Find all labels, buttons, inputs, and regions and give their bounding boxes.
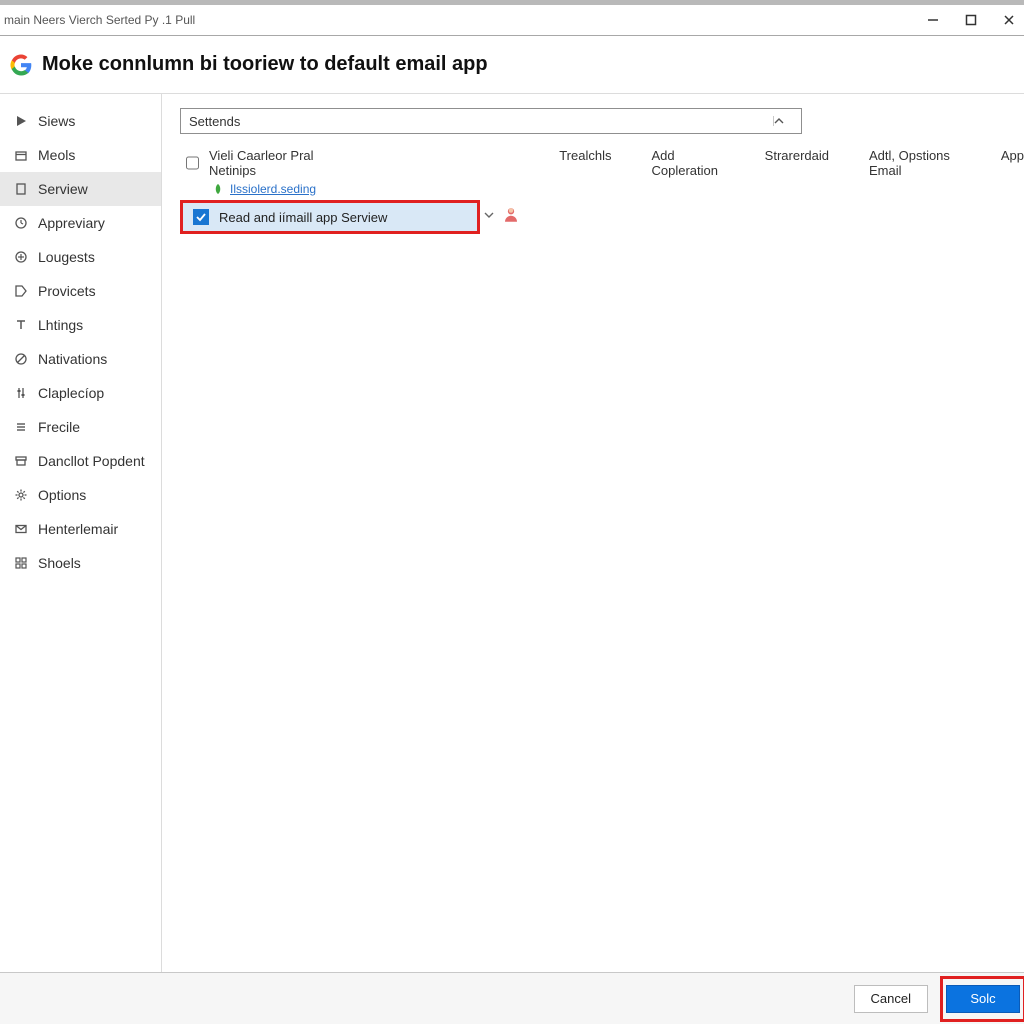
window-controls	[926, 13, 1024, 27]
sidebar-item-label: Serview	[38, 181, 88, 197]
sidebar-item-label: Dancllot Popdent	[38, 453, 145, 469]
sidebar-item-claplecop[interactable]: Claplecíop	[0, 376, 161, 410]
combo-label: Settends	[189, 114, 240, 129]
header-first-col: Vieli Caarleor Pral Netinips	[186, 148, 349, 178]
row-extras	[484, 206, 520, 224]
sidebar-item-dancllot[interactable]: Dancllot Popdent	[0, 444, 161, 478]
sidebar-item-frecile[interactable]: Frecile	[0, 410, 161, 444]
window-title: main Neers Vierch Serted Py .1 Pull	[4, 13, 195, 27]
list-icon	[14, 420, 28, 434]
first-col-label: Vieli Caarleor Pral Netinips	[209, 148, 349, 178]
page-header: Moke connlumn bi tooriew to default emai…	[0, 36, 1024, 94]
col-add-copleration[interactable]: Add Copleration	[651, 148, 724, 178]
main-panel: Settends Vieli Caarleor Pral Netinips Tr…	[162, 94, 1024, 972]
settings-combo[interactable]: Settends	[180, 108, 802, 134]
google-logo-icon	[10, 54, 32, 76]
select-all-checkbox[interactable]	[186, 156, 199, 170]
ban-icon	[14, 352, 28, 366]
slider-icon	[14, 386, 28, 400]
sidebar-item-appreviary[interactable]: Appreviary	[0, 206, 161, 240]
sidebar-item-shoels[interactable]: Shoels	[0, 546, 161, 580]
sidebar-item-label: Appreviary	[38, 215, 105, 231]
col-trealchls[interactable]: Trealchls	[559, 148, 611, 178]
col-adtl-options-email[interactable]: Adtl, Opstions Email	[869, 148, 961, 178]
sidebar-item-lhtings[interactable]: Lhtings	[0, 308, 161, 342]
selected-row[interactable]: Read and iímaill app Serview	[180, 200, 480, 234]
maximize-icon[interactable]	[964, 13, 978, 27]
page-icon	[14, 182, 28, 196]
sidebar: Siews Meols Serview Appreviary Lougests …	[0, 94, 162, 972]
box-icon	[14, 148, 28, 162]
close-icon[interactable]	[1002, 13, 1016, 27]
chevron-up-icon	[773, 116, 793, 126]
tag-icon	[14, 284, 28, 298]
grid-icon	[14, 556, 28, 570]
sidebar-item-label: Meols	[38, 147, 75, 163]
sidebar-item-label: Henterlemair	[38, 521, 118, 537]
ok-button[interactable]: Solc	[946, 985, 1020, 1013]
chevron-down-icon[interactable]	[484, 210, 494, 220]
text-icon	[14, 318, 28, 332]
sidebar-item-options[interactable]: Options	[0, 478, 161, 512]
sidebar-item-nativations[interactable]: Nativations	[0, 342, 161, 376]
sidebar-item-siews[interactable]: Siews	[0, 104, 161, 138]
sidebar-item-label: Lhtings	[38, 317, 83, 333]
settings-window: main Neers Vierch Serted Py .1 Pull Moke…	[0, 0, 1024, 1024]
minimize-icon[interactable]	[926, 13, 940, 27]
body: Siews Meols Serview Appreviary Lougests …	[0, 94, 1024, 972]
column-tabs: Trealchls Add Copleration Strarerdaid Ad…	[559, 148, 1024, 178]
sidebar-item-meols[interactable]: Meols	[0, 138, 161, 172]
sidebar-item-lougests[interactable]: Lougests	[0, 240, 161, 274]
sidebar-item-label: Claplecíop	[38, 385, 104, 401]
page-title: Moke connlumn bi tooriew to default emai…	[42, 53, 488, 76]
gear-icon	[14, 488, 28, 502]
person-icon	[502, 206, 520, 224]
sidebar-item-label: Options	[38, 487, 86, 503]
col-app[interactable]: App	[1001, 148, 1024, 178]
sidebar-item-provicets[interactable]: Provicets	[0, 274, 161, 308]
ok-button-highlight: Solc	[940, 976, 1024, 1022]
cancel-button[interactable]: Cancel	[854, 985, 928, 1013]
sidebar-item-label: Provicets	[38, 283, 96, 299]
titlebar-frame: main Neers Vierch Serted Py .1 Pull	[0, 0, 1024, 36]
leaf-icon	[212, 183, 224, 195]
column-header-row: Vieli Caarleor Pral Netinips Trealchls A…	[180, 148, 1024, 178]
selected-row-label: Read and iímaill app Serview	[219, 210, 387, 225]
dialog-footer: Cancel Solc	[0, 972, 1024, 1024]
sidebar-item-henterlemair[interactable]: Henterlemair	[0, 512, 161, 546]
col-strarerdaid[interactable]: Strarerdaid	[765, 148, 829, 178]
sidebar-item-serview[interactable]: Serview	[0, 172, 161, 206]
play-icon	[14, 114, 28, 128]
sidebar-item-label: Siews	[38, 113, 75, 129]
sidebar-item-label: Nativations	[38, 351, 107, 367]
sidebar-item-label: Lougests	[38, 249, 95, 265]
sidebar-item-label: Frecile	[38, 419, 80, 435]
clock-icon	[14, 216, 28, 230]
sidebar-item-label: Shoels	[38, 555, 81, 571]
checked-icon[interactable]	[193, 209, 209, 225]
selected-row-highlight: Read and iímaill app Serview	[180, 200, 480, 234]
sub-link-label: Ilssiolerd.seding	[230, 182, 316, 196]
titlebar: main Neers Vierch Serted Py .1 Pull	[0, 5, 1024, 35]
archive-icon	[14, 454, 28, 468]
mail-icon	[14, 522, 28, 536]
circle-plus-icon	[14, 250, 28, 264]
sub-link-row[interactable]: Ilssiolerd.seding	[180, 182, 1024, 196]
